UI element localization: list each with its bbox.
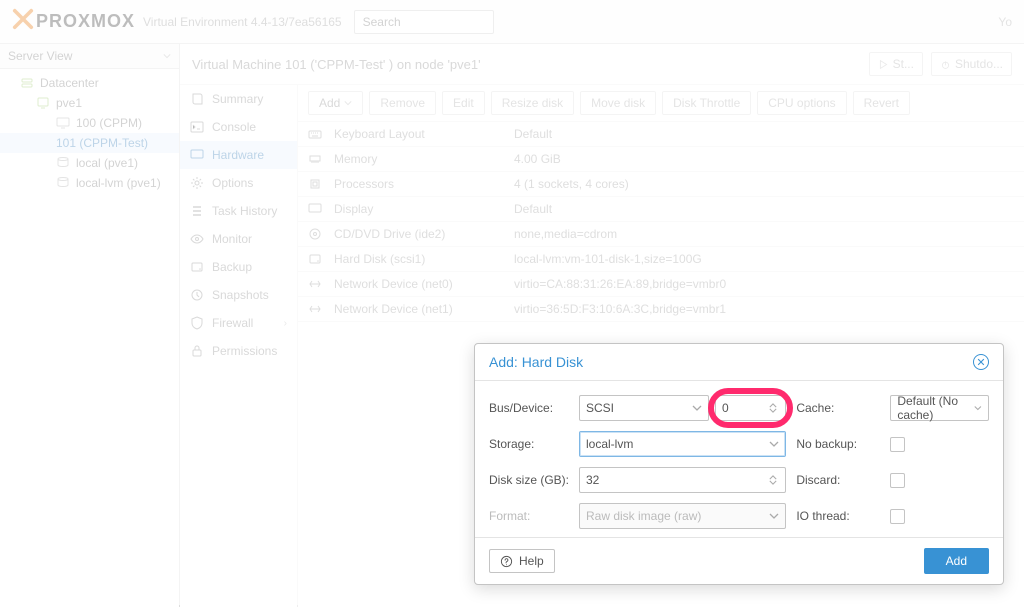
hw-row-net0[interactable]: Network Device (net0)virtio=CA:88:31:26:… [298,272,1024,297]
left-panel: Server View Datacenter pve1 100 (CPPM) 1… [0,44,180,607]
bus-select[interactable]: SCSI [579,395,709,421]
add-button[interactable]: Add [308,91,363,115]
bus-device-label: Bus/Device: [489,401,569,415]
eye-icon [190,232,204,246]
throttle-button[interactable]: Disk Throttle [662,91,751,115]
hw-row-keyboard[interactable]: Keyboard LayoutDefault [298,122,1024,147]
logo: PROXMOX [12,8,135,35]
nav-hardware[interactable]: Hardware [180,141,297,169]
shield-icon [190,316,204,330]
cpu-icon [308,177,328,191]
display-icon [308,202,328,216]
keyboard-icon [308,127,328,141]
close-icon[interactable]: ✕ [973,354,989,370]
format-label: Format: [489,509,569,523]
nav-backup[interactable]: Backup [180,253,297,281]
nobackup-checkbox[interactable] [890,437,905,452]
move-button[interactable]: Move disk [580,91,656,115]
hw-row-harddisk[interactable]: Hard Disk (scsi1)local-lvm:vm-101-disk-1… [298,247,1024,272]
nav-task-history[interactable]: Task History [180,197,297,225]
cpu-options-button[interactable]: CPU options [757,91,846,115]
net-icon [308,302,328,316]
tree-storage-local[interactable]: local (pve1) [0,153,179,173]
dialog-title-bar: Add: Hard Disk ✕ [475,344,1003,381]
tree-datacenter[interactable]: Datacenter [0,73,179,93]
hdd-icon [308,252,328,266]
storage-icon [56,156,70,170]
history-icon [190,288,204,302]
hw-toolbar: Add Remove Edit Resize disk Move disk Di… [298,85,1024,122]
cache-select[interactable]: Default (No cache) [890,395,989,421]
hw-row-memory[interactable]: Memory4.00 GiB [298,147,1024,172]
spinner-icon[interactable] [769,401,779,415]
format-select: Raw disk image (raw) [579,503,786,529]
disc-icon [308,227,328,241]
content-header: Virtual Machine 101 ('CPPM-Test' ) on no… [180,44,1024,85]
size-label: Disk size (GB): [489,473,569,487]
hw-row-display[interactable]: DisplayDefault [298,197,1024,222]
iothread-checkbox[interactable] [890,509,905,524]
add-hard-disk-dialog: Add: Hard Disk ✕ Bus/Device: SCSI 0 [474,343,1004,585]
server-icon [20,76,34,90]
nav-monitor[interactable]: Monitor [180,225,297,253]
nav-permissions[interactable]: Permissions [180,337,297,365]
monitor-icon [56,116,70,130]
iothread-label: IO thread: [796,509,880,523]
net-icon [308,277,328,291]
version-text: Virtual Environment 4.4-13/7ea56165 [143,15,342,29]
resource-tree: Datacenter pve1 100 (CPPM) 101 (CPPM-Tes… [0,69,179,197]
nav-sidebar: Summary Console Hardware Options Task Hi… [180,85,298,607]
hw-row-net1[interactable]: Network Device (net1)virtio=36:5D:F3:10:… [298,297,1024,322]
memory-icon [308,152,328,166]
node-icon [36,96,50,110]
spinner-icon[interactable] [769,473,779,487]
discard-checkbox[interactable] [890,473,905,488]
book-icon [190,92,204,106]
proxmox-logo-icon [12,8,34,35]
cache-label: Cache: [796,401,880,415]
discard-label: Discard: [796,473,880,487]
tree-vm-101[interactable]: 101 (CPPM-Test) [0,133,179,153]
edit-button[interactable]: Edit [442,91,485,115]
tree-node-pve1[interactable]: pve1 [0,93,179,113]
view-selector[interactable]: Server View [0,44,179,69]
nobackup-label: No backup: [796,437,880,451]
page-title: Virtual Machine 101 ('CPPM-Test' ) on no… [192,57,861,72]
tree-vm-100[interactable]: 100 (CPPM) [0,113,179,133]
dialog-title: Add: Hard Disk [489,354,583,370]
start-button[interactable]: St... [869,52,923,76]
display-icon [190,148,204,162]
app-header: PROXMOX Virtual Environment 4.4-13/7ea56… [0,0,1024,44]
disk-size-field[interactable]: 32 [579,467,786,493]
shutdown-button[interactable]: Shutdo... [931,52,1012,76]
storage-icon [56,176,70,190]
tree-storage-locallvm[interactable]: local-lvm (pve1) [0,173,179,193]
list-icon [190,204,204,218]
search-input[interactable] [354,10,494,34]
hdd-icon [190,260,204,274]
nav-console[interactable]: Console [180,113,297,141]
hw-row-processors[interactable]: Processors4 (1 sockets, 4 cores) [298,172,1024,197]
gear-icon [190,176,204,190]
remove-button[interactable]: Remove [369,91,436,115]
nav-firewall[interactable]: Firewall› [180,309,297,337]
chevron-right-icon: › [284,318,287,329]
help-button[interactable]: Help [489,549,555,573]
hardware-table: Keyboard LayoutDefault Memory4.00 GiB Pr… [298,122,1024,322]
storage-label: Storage: [489,437,569,451]
device-number-field[interactable]: 0 [715,395,786,421]
header-user[interactable]: Yo [998,15,1012,29]
hw-row-cddvd[interactable]: CD/DVD Drive (ide2)none,media=cdrom [298,222,1024,247]
resize-button[interactable]: Resize disk [491,91,574,115]
dialog-add-button[interactable]: Add [924,548,989,574]
nav-snapshots[interactable]: Snapshots [180,281,297,309]
lock-icon [190,344,204,358]
terminal-icon [190,120,204,134]
storage-select[interactable]: local-lvm [579,431,786,457]
brand-text: PROXMOX [36,11,135,32]
nav-summary[interactable]: Summary [180,85,297,113]
revert-button[interactable]: Revert [853,91,910,115]
nav-options[interactable]: Options [180,169,297,197]
